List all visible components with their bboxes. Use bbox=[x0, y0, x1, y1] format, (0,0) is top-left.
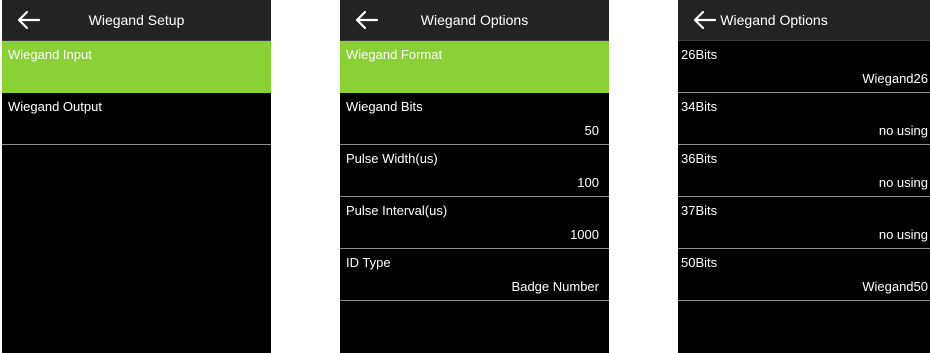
menu-item-pulse-interval[interactable]: Pulse Interval(us) 1000 bbox=[340, 197, 609, 249]
menu-item-50bits[interactable]: 50Bits Wiegand50 bbox=[678, 249, 930, 301]
menu-item-label: 37Bits bbox=[681, 203, 718, 218]
menu-item-label: 26Bits bbox=[681, 47, 718, 62]
menu-item-pulse-width[interactable]: Pulse Width(us) 100 bbox=[340, 145, 609, 197]
menu-item-label: 36Bits bbox=[681, 151, 718, 166]
menu-item-label: ID Type bbox=[346, 255, 391, 270]
menu-item-label: Wiegand Output bbox=[8, 99, 102, 114]
menu-item-value: no using bbox=[878, 227, 928, 242]
menu-item-value: Wiegand26 bbox=[862, 71, 928, 86]
menu-item-34bits[interactable]: 34Bits no using bbox=[678, 93, 930, 145]
menu-item-label: Wiegand Format bbox=[346, 47, 443, 62]
menu-item-36bits[interactable]: 36Bits no using bbox=[678, 145, 930, 197]
page-title: Wiegand Options bbox=[420, 12, 529, 28]
menu-item-wiegand-input[interactable]: Wiegand Input bbox=[2, 41, 271, 93]
menu-item-label: Wiegand Bits bbox=[346, 99, 423, 114]
menu-item-label: 50Bits bbox=[681, 255, 718, 270]
top-bar: Wiegand Setup bbox=[2, 0, 271, 41]
menu-item-label: Pulse Width(us) bbox=[346, 151, 438, 166]
menu-item-value: Wiegand50 bbox=[862, 279, 928, 294]
menu-item-26bits[interactable]: 26Bits Wiegand26 bbox=[678, 41, 930, 93]
menu-item-label: Wiegand Input bbox=[8, 47, 92, 62]
wiegand-options-screen: Wiegand Options Wiegand Format Wiegand B… bbox=[340, 0, 609, 353]
menu-item-37bits[interactable]: 37Bits no using bbox=[678, 197, 930, 249]
menu-item-value: 100 bbox=[577, 175, 599, 190]
wiegand-setup-screen: Wiegand Setup Wiegand Input Wiegand Outp… bbox=[2, 0, 271, 353]
menu-item-wiegand-bits[interactable]: Wiegand Bits 50 bbox=[340, 93, 609, 145]
menu-item-value: 1000 bbox=[570, 227, 599, 242]
menu-item-id-type[interactable]: ID Type Badge Number bbox=[340, 249, 609, 301]
menu-item-label: Pulse Interval(us) bbox=[346, 203, 448, 218]
menu-item-wiegand-format[interactable]: Wiegand Format bbox=[340, 41, 609, 93]
menu-item-label: 34Bits bbox=[681, 99, 718, 114]
top-bar: Wiegand Options bbox=[678, 0, 930, 41]
page-title: Wiegand Setup bbox=[88, 12, 185, 28]
menu-item-value: no using bbox=[878, 123, 928, 138]
wiegand-format-options-screen: Wiegand Options 26Bits Wiegand26 34Bits … bbox=[678, 0, 930, 353]
menu-item-value: no using bbox=[878, 175, 928, 190]
top-bar: Wiegand Options bbox=[340, 0, 609, 41]
menu-item-wiegand-output[interactable]: Wiegand Output bbox=[2, 93, 271, 145]
page-title: Wiegand Options bbox=[720, 12, 828, 28]
menu-item-value: Badge Number bbox=[511, 279, 599, 294]
menu-item-value: 50 bbox=[584, 123, 599, 138]
